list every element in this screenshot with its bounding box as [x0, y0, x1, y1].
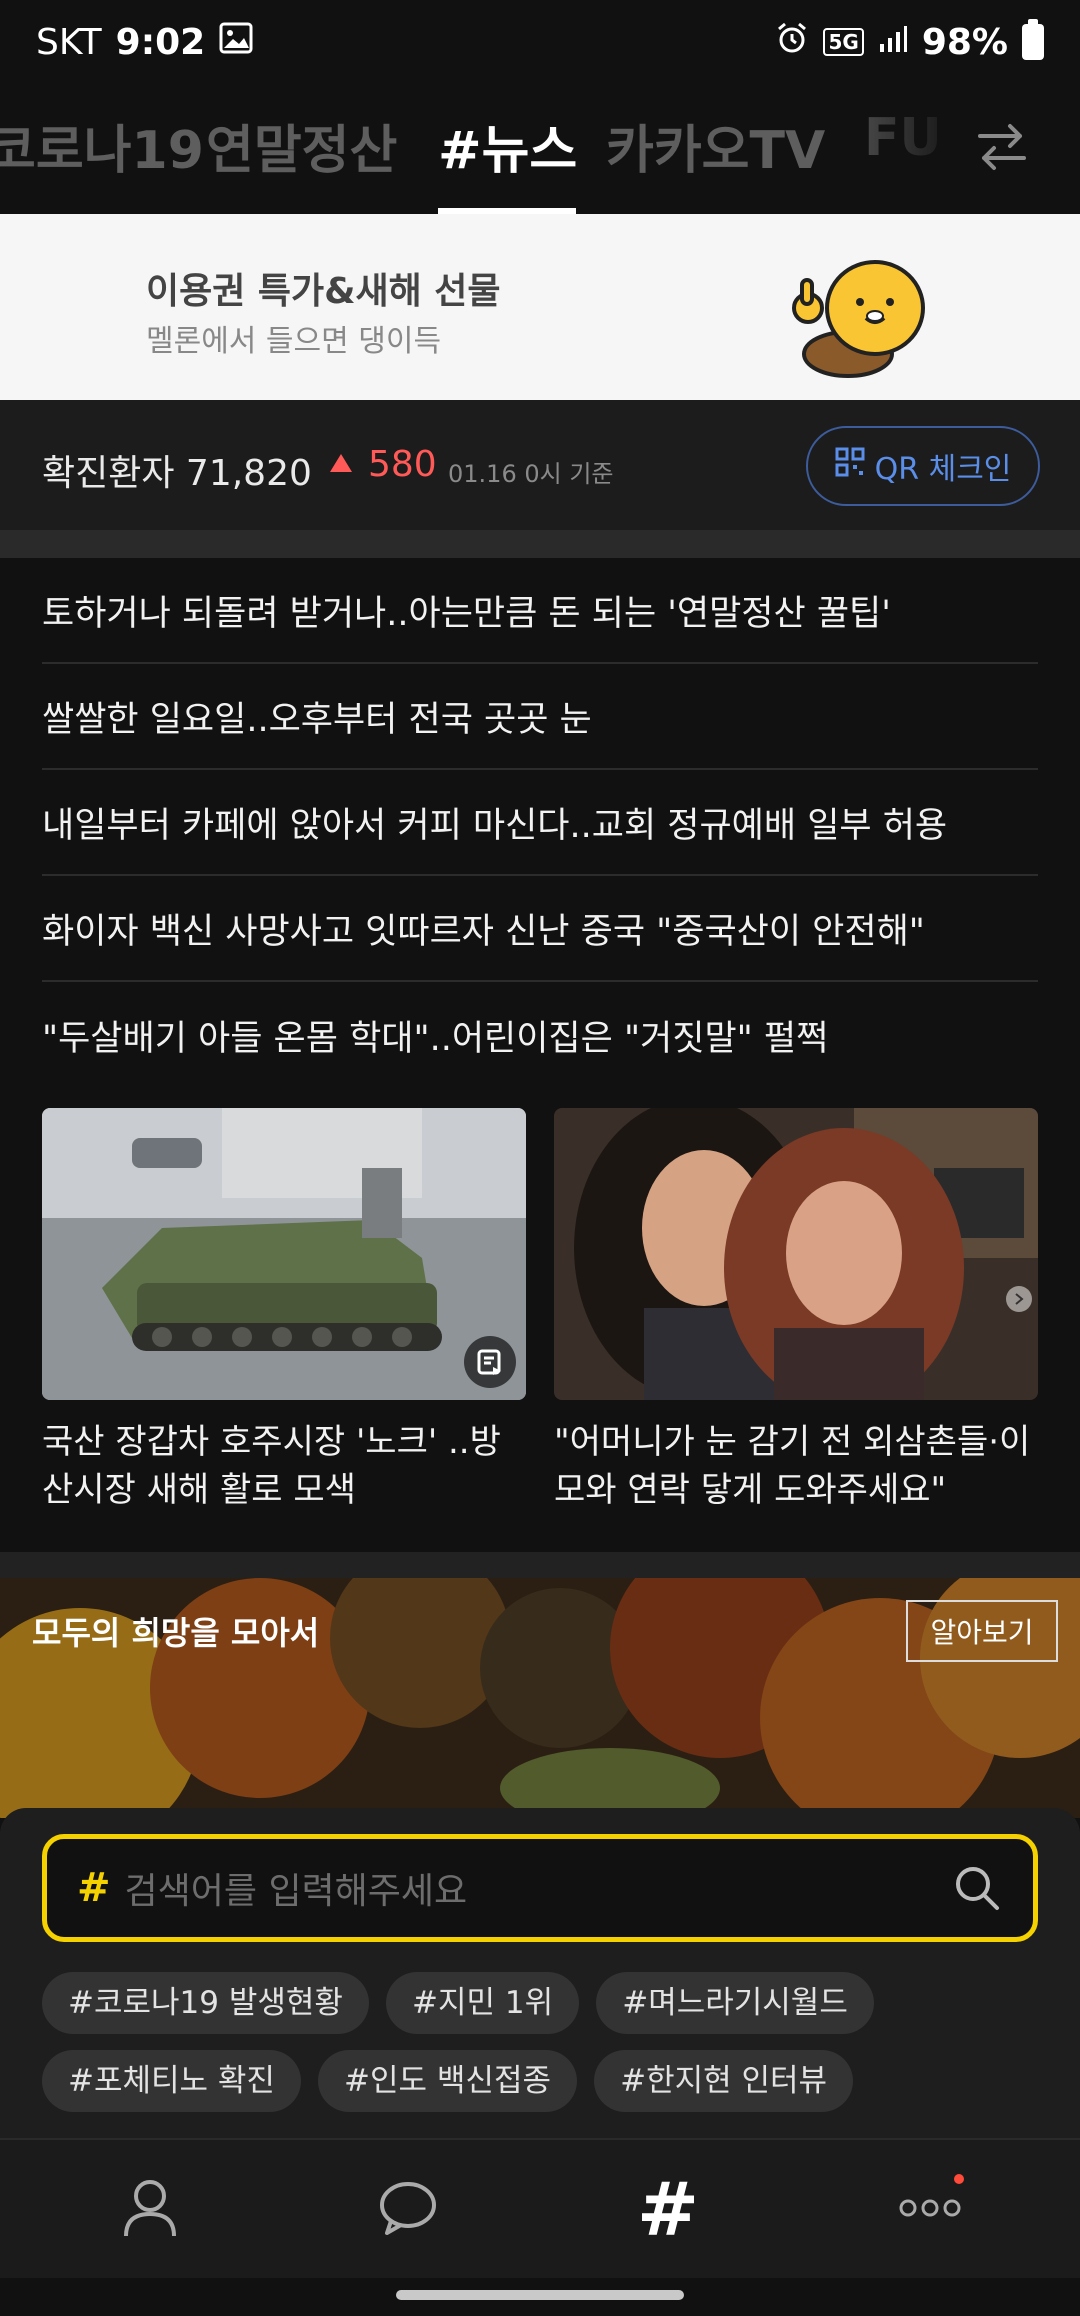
swap-arrows-icon[interactable]: [974, 118, 1030, 174]
nav-friends[interactable]: [110, 2170, 190, 2250]
category-tabs: 코로나19 연말정산 #뉴스 카카오TV FU: [0, 84, 1080, 214]
headline-item[interactable]: 화이자 백신 사망사고 잇따르자 신난 중국 "중국산이 안전해": [42, 876, 1038, 982]
ad-subtitle: 멜론에서 들으면 댕이득: [146, 324, 442, 359]
trending-chip[interactable]: #포체티노 확진: [42, 2050, 301, 2112]
signal-icon: [878, 22, 908, 63]
headline-item[interactable]: "두살배기 아들 온몸 학대"..어린이집은 "거짓말" 펄쩍: [42, 982, 1038, 1088]
news-card-armored-vehicle[interactable]: 국산 장갑차 호주시장 '노크' ..방산시장 새해 활로 모색: [42, 1108, 526, 1514]
battery-icon: [1022, 19, 1044, 60]
mother-daughter-photo: [554, 1108, 1038, 1400]
clock: 9:02: [115, 21, 206, 63]
tab-year-end-tax[interactable]: 연말정산: [206, 108, 397, 183]
section-divider: [0, 530, 1080, 558]
home-indicator[interactable]: [396, 2290, 684, 2300]
card-caption: 국산 장갑차 호주시장 '노크' ..방산시장 새해 활로 모색: [42, 1422, 501, 1510]
person-icon: [120, 2176, 180, 2244]
qr-checkin-label: QR 체크인: [874, 452, 1012, 487]
search-hash-mark: #: [77, 1865, 111, 1911]
search-placeholder: 검색어를 입력해주세요: [124, 1871, 468, 1912]
gesture-bar-area: [0, 2278, 1080, 2316]
gallery-notification-icon: [219, 22, 253, 63]
bottom-navigation: #: [0, 2138, 1080, 2278]
qr-checkin-button[interactable]: QR 체크인: [806, 426, 1040, 506]
nav-hash[interactable]: #: [628, 2167, 708, 2253]
nav-more[interactable]: [890, 2170, 970, 2250]
trending-chip[interactable]: #지민 1위: [386, 1972, 580, 2034]
increase-arrow-icon: [330, 454, 352, 472]
headline-item[interactable]: 내일부터 카페에 앉아서 커피 마신다..교회 정규예배 일부 허용: [42, 770, 1038, 876]
learn-more-button[interactable]: 알아보기: [906, 1600, 1058, 1662]
cases-increase: 580: [368, 444, 437, 485]
trending-chip[interactable]: #인도 백신접종: [318, 2050, 577, 2112]
headline-item[interactable]: 쌀쌀한 일요일..오후부터 전국 곳곳 눈: [42, 664, 1038, 770]
tab-fade: [820, 84, 1000, 208]
character-illustration: [790, 236, 940, 386]
trending-keywords: #코로나19 발생현황 #지민 1위 #며느라기시월드 #포체티노 확진 #인도…: [42, 1972, 1042, 2128]
trending-chip[interactable]: #한지현 인터뷰: [594, 2050, 854, 2112]
trending-chip[interactable]: #며느라기시월드: [596, 1972, 874, 2034]
trending-chip[interactable]: #코로나19 발생현황: [42, 1972, 369, 2034]
tab-corona19[interactable]: 코로나19: [0, 108, 204, 183]
ad-title: 이용권 특가&새해 선물: [146, 271, 501, 312]
chat-bubble-icon: [377, 2179, 439, 2241]
hope-banner[interactable]: 모두의 희망을 모아서 알아보기: [0, 1578, 1080, 1818]
cases-date: 01.16 0시 기준: [448, 460, 614, 488]
carousel-next-icon[interactable]: [1006, 1286, 1032, 1312]
headline-list: 토하거나 되돌려 받거나..아는만큼 돈 되는 '연말정산 꿀팁' 쌀쌀한 일요…: [42, 558, 1038, 1088]
hash-icon: #: [636, 2167, 699, 2253]
card-caption: "어머니가 눈 감기 전 외삼촌들·이모와 연락 닿게 도와주세요": [554, 1422, 1031, 1510]
news-card-mother[interactable]: "어머니가 눈 감기 전 외삼촌들·이모와 연락 닿게 도와주세요": [554, 1108, 1038, 1514]
video-badge-icon: [464, 1336, 516, 1388]
notification-dot: [954, 2174, 964, 2184]
confirmed-cases: 확진환자 71,820: [42, 453, 312, 494]
search-icon[interactable]: [951, 1862, 1003, 1914]
network-type-label: 5G: [823, 28, 864, 56]
tab-kakao-tv[interactable]: 카카오TV: [606, 108, 825, 183]
carrier-label: SKT: [36, 21, 102, 63]
hope-banner-text: 모두의 희망을 모아서: [32, 1614, 320, 1652]
search-panel: # 검색어를 입력해주세요 #코로나19 발생현황 #지민 1위 #며느라기시월…: [0, 1808, 1080, 2138]
qr-code-icon: [835, 447, 865, 485]
search-input[interactable]: # 검색어를 입력해주세요: [42, 1834, 1038, 1942]
more-dots-icon: [898, 2198, 962, 2222]
covid-status-bar: 확진환자 71,820 580 01.16 0시 기준 QR 체크인: [0, 400, 1080, 530]
ad-banner[interactable]: 이용권 특가&새해 선물 멜론에서 들으면 댕이득: [0, 214, 1080, 400]
tab-news[interactable]: #뉴스: [438, 108, 577, 183]
armored-vehicle-photo: [42, 1108, 526, 1400]
headline-item[interactable]: 토하거나 되돌려 받거나..아는만큼 돈 되는 '연말정산 꿀팁': [42, 558, 1038, 664]
nav-chats[interactable]: [368, 2170, 448, 2250]
section-divider: [0, 1552, 1080, 1578]
status-bar: SKT 9:02 5G 98%: [0, 0, 1080, 84]
battery-percent: 98%: [921, 21, 1008, 63]
alarm-icon: [775, 21, 809, 64]
